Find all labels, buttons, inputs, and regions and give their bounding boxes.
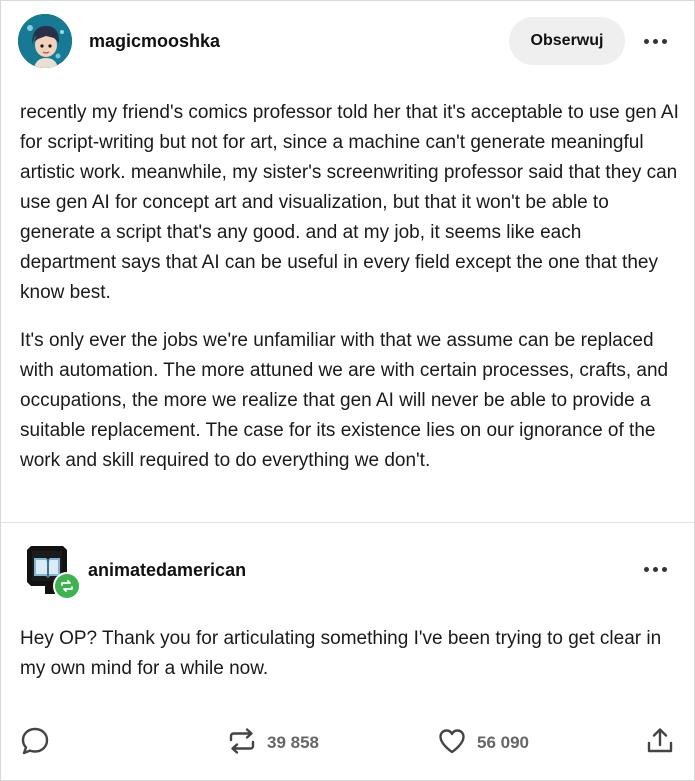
speech-bubble-icon xyxy=(20,726,50,761)
more-dots-icon[interactable] xyxy=(638,557,672,581)
reblog-badge-icon xyxy=(53,572,81,600)
post-body: recently my friend's comics professor to… xyxy=(20,98,682,494)
post-header: magicmooshka Obserwuj xyxy=(1,1,694,81)
reblog-count: 39 858 xyxy=(267,733,319,752)
heart-icon xyxy=(437,726,467,761)
post-paragraph: recently my friend's comics professor to… xyxy=(20,102,679,303)
like-count: 56 090 xyxy=(477,733,529,752)
like-button[interactable]: 56 090 xyxy=(437,721,529,765)
reblog-author-username[interactable]: animatedamerican xyxy=(88,560,246,581)
share-button[interactable] xyxy=(645,721,675,765)
follow-button[interactable]: Obserwuj xyxy=(509,17,625,65)
post-paragraph: It's only ever the jobs we're unfamiliar… xyxy=(20,330,669,471)
more-dots-icon[interactable] xyxy=(638,29,672,53)
post-card: magicmooshka Obserwuj recently my friend… xyxy=(0,0,695,781)
reblog-text: Hey OP? Thank you for articulating somet… xyxy=(20,628,662,679)
divider xyxy=(1,522,694,523)
author-avatar[interactable] xyxy=(18,14,72,68)
reply-button[interactable] xyxy=(20,721,50,765)
reblog-button[interactable]: 39 858 xyxy=(227,721,319,765)
reblog-arrows-icon xyxy=(227,726,257,761)
post-footer: 39 858 56 090 xyxy=(1,721,694,765)
share-upload-icon xyxy=(645,726,675,761)
author-username[interactable]: magicmooshka xyxy=(89,31,220,52)
